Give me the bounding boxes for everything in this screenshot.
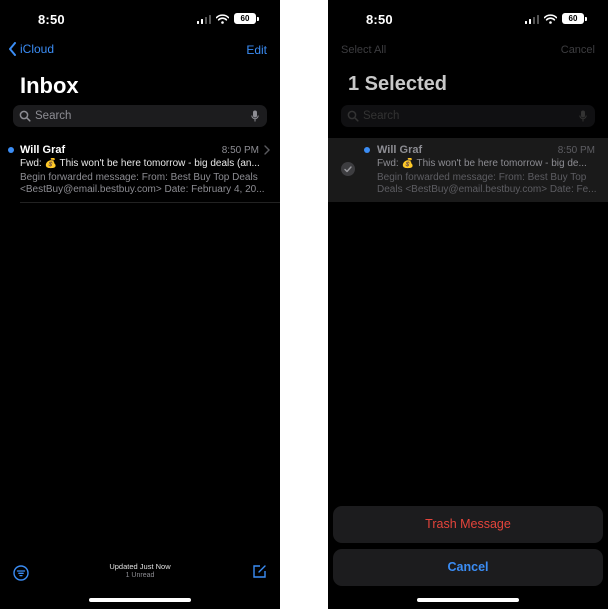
status-bar: 8:50 60 (0, 0, 280, 40)
home-indicator (417, 598, 519, 602)
wifi-icon (544, 13, 557, 24)
status-time: 8:50 (366, 12, 393, 27)
compose-icon[interactable] (252, 564, 267, 579)
mail-preview-line2: <BestBuy@email.bestbuy.com> Date: Februa… (20, 184, 265, 195)
mail-preview-line2: Deals <BestBuy@email.bestbuy.com> Date: … (377, 184, 597, 195)
selection-checkbox[interactable] (341, 162, 355, 176)
unread-count: 1 Unread (125, 572, 155, 579)
mail-subject: Fwd: 💰 This won't be here tomorrow - big… (377, 158, 587, 169)
search-icon (19, 110, 31, 122)
mail-sender: Will Graf (20, 144, 66, 156)
search-bar[interactable]: Search (13, 105, 267, 127)
microphone-icon[interactable] (579, 110, 587, 122)
page-title: 1 Selected (348, 73, 447, 95)
signal-icon (524, 14, 539, 24)
search-icon (347, 110, 359, 122)
mail-time: 8:50 PM (557, 145, 595, 156)
mail-time: 8:50 PM (221, 145, 259, 156)
chevron-right-icon (264, 145, 270, 155)
edit-button[interactable]: Edit (246, 43, 267, 57)
status-bar: 8:50 60 (328, 0, 608, 40)
back-button[interactable]: iCloud (8, 42, 54, 56)
unread-indicator (364, 147, 370, 153)
microphone-icon[interactable] (251, 110, 259, 122)
mail-list-item[interactable]: Will Graf 8:50 PM Fwd: 💰 This won't be h… (0, 140, 280, 202)
selection-screen: 8:50 60 Select All Cancel 1 Selected Sea… (328, 0, 608, 609)
status-icons: 60 (196, 13, 259, 24)
status-time: 8:50 (38, 12, 65, 27)
nav-cancel-button[interactable]: Cancel (561, 44, 595, 56)
search-placeholder: Search (363, 110, 400, 122)
checkmark-icon (344, 165, 352, 172)
search-placeholder: Search (35, 110, 72, 122)
trash-message-button[interactable]: Trash Message (333, 506, 603, 543)
chevron-left-icon (9, 42, 16, 56)
battery-icon: 60 (234, 13, 259, 24)
mail-subject: Fwd: 💰 This won't be here tomorrow - big… (20, 158, 260, 169)
row-divider (20, 202, 280, 203)
wifi-icon (216, 13, 229, 24)
page-title: Inbox (20, 73, 79, 98)
mail-preview-line1: Begin forwarded message: From: Best Buy … (20, 172, 258, 183)
signal-icon (196, 14, 211, 24)
status-icons: 60 (524, 13, 587, 24)
back-label: iCloud (20, 42, 55, 56)
update-status: Updated Just Now (109, 562, 171, 571)
mail-sender: Will Graf (377, 144, 423, 156)
unread-indicator (8, 147, 14, 153)
battery-icon: 60 (562, 13, 587, 24)
inbox-screen: 8:50 60 iCloud Edit Inbox Search Will Gr… (0, 0, 280, 609)
cancel-button[interactable]: Cancel (333, 549, 603, 586)
search-bar[interactable]: Search (341, 105, 595, 127)
home-indicator (89, 598, 191, 602)
mail-preview-line1: Begin forwarded message: From: Best Buy … (377, 172, 587, 183)
mail-list-item[interactable]: Will Graf 8:50 PM Fwd: 💰 This won't be h… (328, 138, 608, 202)
select-all-button[interactable]: Select All (341, 44, 386, 56)
